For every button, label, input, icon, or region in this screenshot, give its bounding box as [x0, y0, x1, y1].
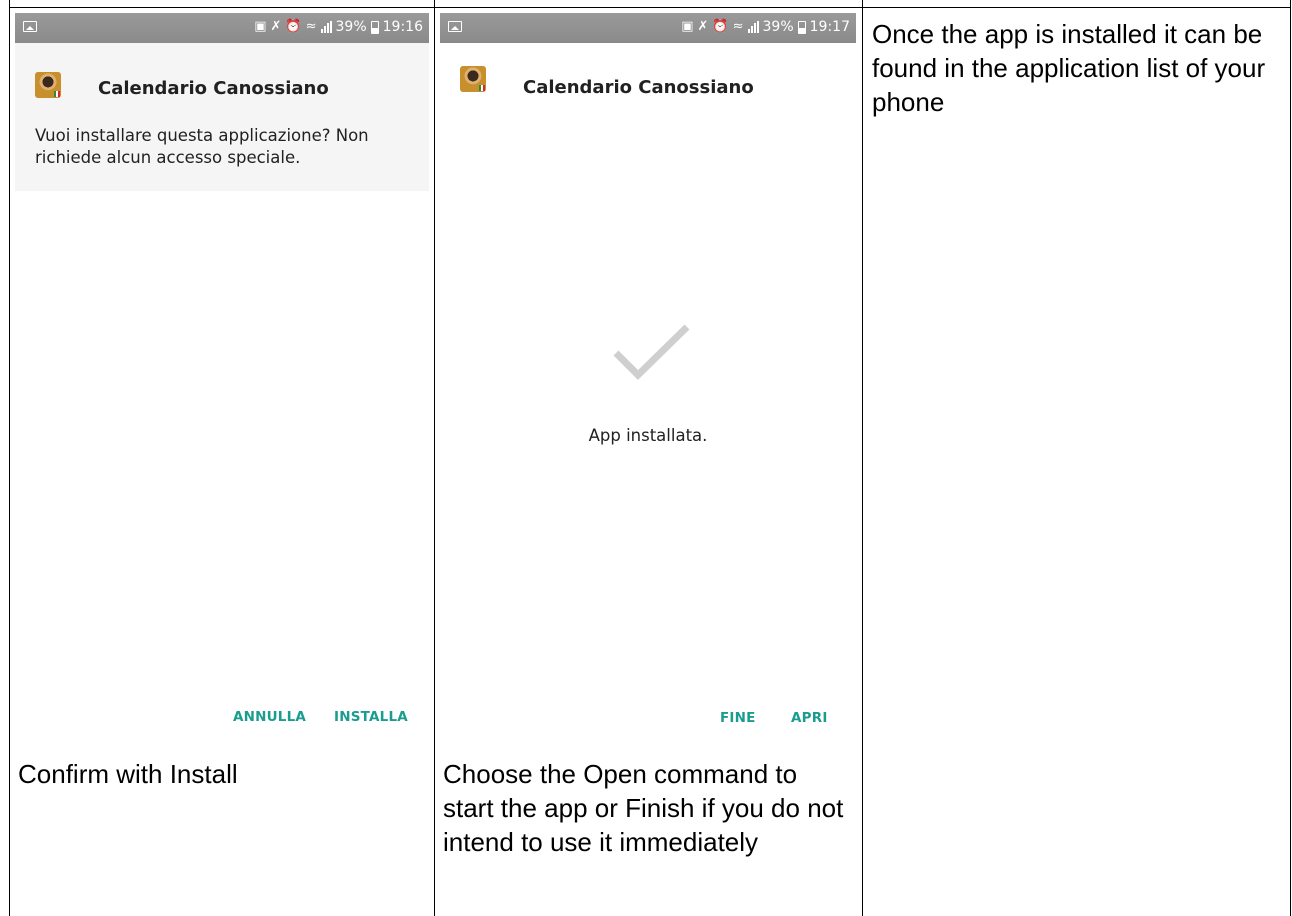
open-button[interactable]: APRI — [791, 710, 828, 726]
install-header: Calendario Canossiano Vuoi installare qu… — [15, 43, 429, 191]
battery-icon — [797, 20, 806, 34]
status-icons: ▣ ✗ ⏰ ≈ 39% 19:17 — [681, 19, 850, 35]
battery-saver-icon: ▣ — [681, 19, 694, 34]
table-border-top — [9, 7, 1291, 8]
table-border-right — [1290, 0, 1291, 916]
status-bar: ▣ ✗ ⏰ ≈ 39% 19:17 — [440, 13, 856, 43]
alarm-icon: ⏰ — [285, 19, 302, 34]
status-bar: ▣ ✗ ⏰ ≈ 39% 19:16 — [15, 13, 429, 43]
install-button[interactable]: INSTALLA — [334, 709, 408, 725]
status-icons: ▣ ✗ ⏰ ≈ 39% 19:16 — [254, 19, 423, 35]
table-border-col1 — [434, 0, 435, 916]
install-complete-screen: ▣ ✗ ⏰ ≈ 39% 19:17 Calendario Canossiano … — [440, 13, 856, 751]
wifi-icon: ≈ — [732, 19, 744, 34]
cancel-button[interactable]: ANNULLA — [233, 709, 306, 725]
caption-open-or-finish: Choose the Open command to start the app… — [443, 759, 844, 857]
app-logo-icon — [460, 66, 486, 92]
battery-percent: 39% — [762, 19, 794, 35]
finish-button[interactable]: FINE — [720, 710, 756, 726]
mute-icon: ✗ — [697, 19, 709, 34]
alarm-icon: ⏰ — [712, 19, 729, 34]
gallery-icon — [23, 21, 37, 32]
battery-saver-icon: ▣ — [254, 19, 267, 34]
gallery-icon — [448, 21, 462, 32]
caption-confirm-install: Confirm with Install — [18, 759, 238, 789]
battery-percent: 39% — [335, 19, 367, 35]
signal-icon — [320, 21, 332, 33]
table-border-left — [9, 0, 10, 916]
wifi-icon: ≈ — [305, 19, 317, 34]
status-time: 19:16 — [382, 19, 423, 35]
table-border-col2 — [862, 0, 863, 916]
mute-icon: ✗ — [270, 19, 282, 34]
install-prompt-screen: ▣ ✗ ⏰ ≈ 39% 19:16 Calendario Canossiano … — [15, 13, 429, 751]
signal-icon — [747, 21, 759, 33]
caption-app-list: Once the app is installed it can be foun… — [872, 19, 1266, 117]
app-title: Calendario Canossiano — [523, 77, 754, 98]
app-logo-icon — [35, 72, 61, 98]
battery-icon — [370, 20, 379, 34]
installed-message: App installata. — [588, 426, 708, 445]
install-question: Vuoi installare questa applicazione? Non… — [35, 126, 369, 167]
app-title: Calendario Canossiano — [98, 78, 329, 99]
status-time: 19:17 — [809, 19, 850, 35]
checkmark-icon — [613, 324, 690, 380]
